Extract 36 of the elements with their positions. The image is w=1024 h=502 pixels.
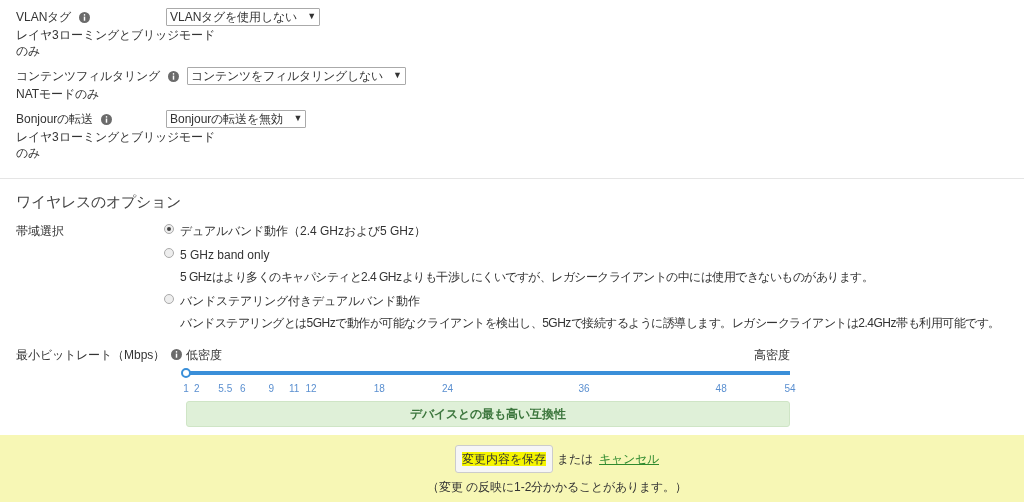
or-text: または <box>557 451 593 468</box>
setting-label: コンテンツフィルタリング <box>16 68 160 85</box>
bitrate-label: 最小ビットレート（Mbps） <box>16 346 166 364</box>
band-label: 帯域選択 <box>16 222 65 240</box>
tick-label: 48 <box>715 381 727 396</box>
setting-label: VLANタグ <box>16 9 72 26</box>
compatibility-banner: デバイスとの最も高い互換性 <box>186 400 790 427</box>
tick-label: 6 <box>240 381 246 396</box>
tick-label: 5.5 <box>218 381 233 396</box>
footer-note: （変更 の反映に1-2分かかることがあります。） <box>426 479 688 496</box>
tick-label: 9 <box>268 381 274 396</box>
dropdown[interactable]: VLANタグを使用しない ▼ <box>166 8 321 26</box>
tick-label: 1 <box>183 381 189 396</box>
tick-label: 24 <box>441 381 454 396</box>
tick-label: 36 <box>578 381 590 396</box>
save-button[interactable]: 変更内容を保存 <box>455 445 553 473</box>
radio-label[interactable]: バンドステアリング付きデュアルバンド動作 <box>180 291 1000 310</box>
radio-label[interactable]: 5 GHz band only <box>180 245 874 264</box>
option-description: 5 GHzはより多くのキャパシティと2.4 GHzよりも干渉しにくいですが、レガシークライアントの中には使用できないものがあります。 <box>180 268 874 286</box>
section-title: ワイヤレスのオプション <box>16 192 182 212</box>
setting-note: NATモードのみ <box>16 86 101 102</box>
setting-label: Bonjourの転送 <box>16 111 94 128</box>
tick-label: 11 <box>288 381 300 396</box>
radio-label[interactable]: デュアルバンド動作（2.4 GHzおよび5 GHz） <box>180 221 427 240</box>
high-density-label: 高密度 <box>754 346 790 364</box>
tick-label: 54 <box>784 381 796 396</box>
dropdown[interactable]: コンテンツをフィルタリングしない ▼ <box>187 67 406 85</box>
low-density-label: 低密度 <box>186 346 222 364</box>
tick-label: 18 <box>373 381 385 396</box>
tick-label: 12 <box>305 381 317 396</box>
setting-note: レイヤ3ローミングとブリッジモードのみ <box>16 129 216 161</box>
option-description: バンドステアリングとは5GHzで動作が可能なクライアントを検出し、5GHzで接続するように誘導します。レガシークライアントは2.4GHz帯も利用可能です。 <box>180 314 1000 332</box>
cancel-link[interactable]: キャンセル <box>599 450 659 468</box>
setting-note: レイヤ3ローミングとブリッジモードのみ <box>16 27 216 59</box>
tick-label: 2 <box>194 381 200 396</box>
dropdown[interactable]: Bonjourの転送を無効 ▼ <box>166 110 307 128</box>
